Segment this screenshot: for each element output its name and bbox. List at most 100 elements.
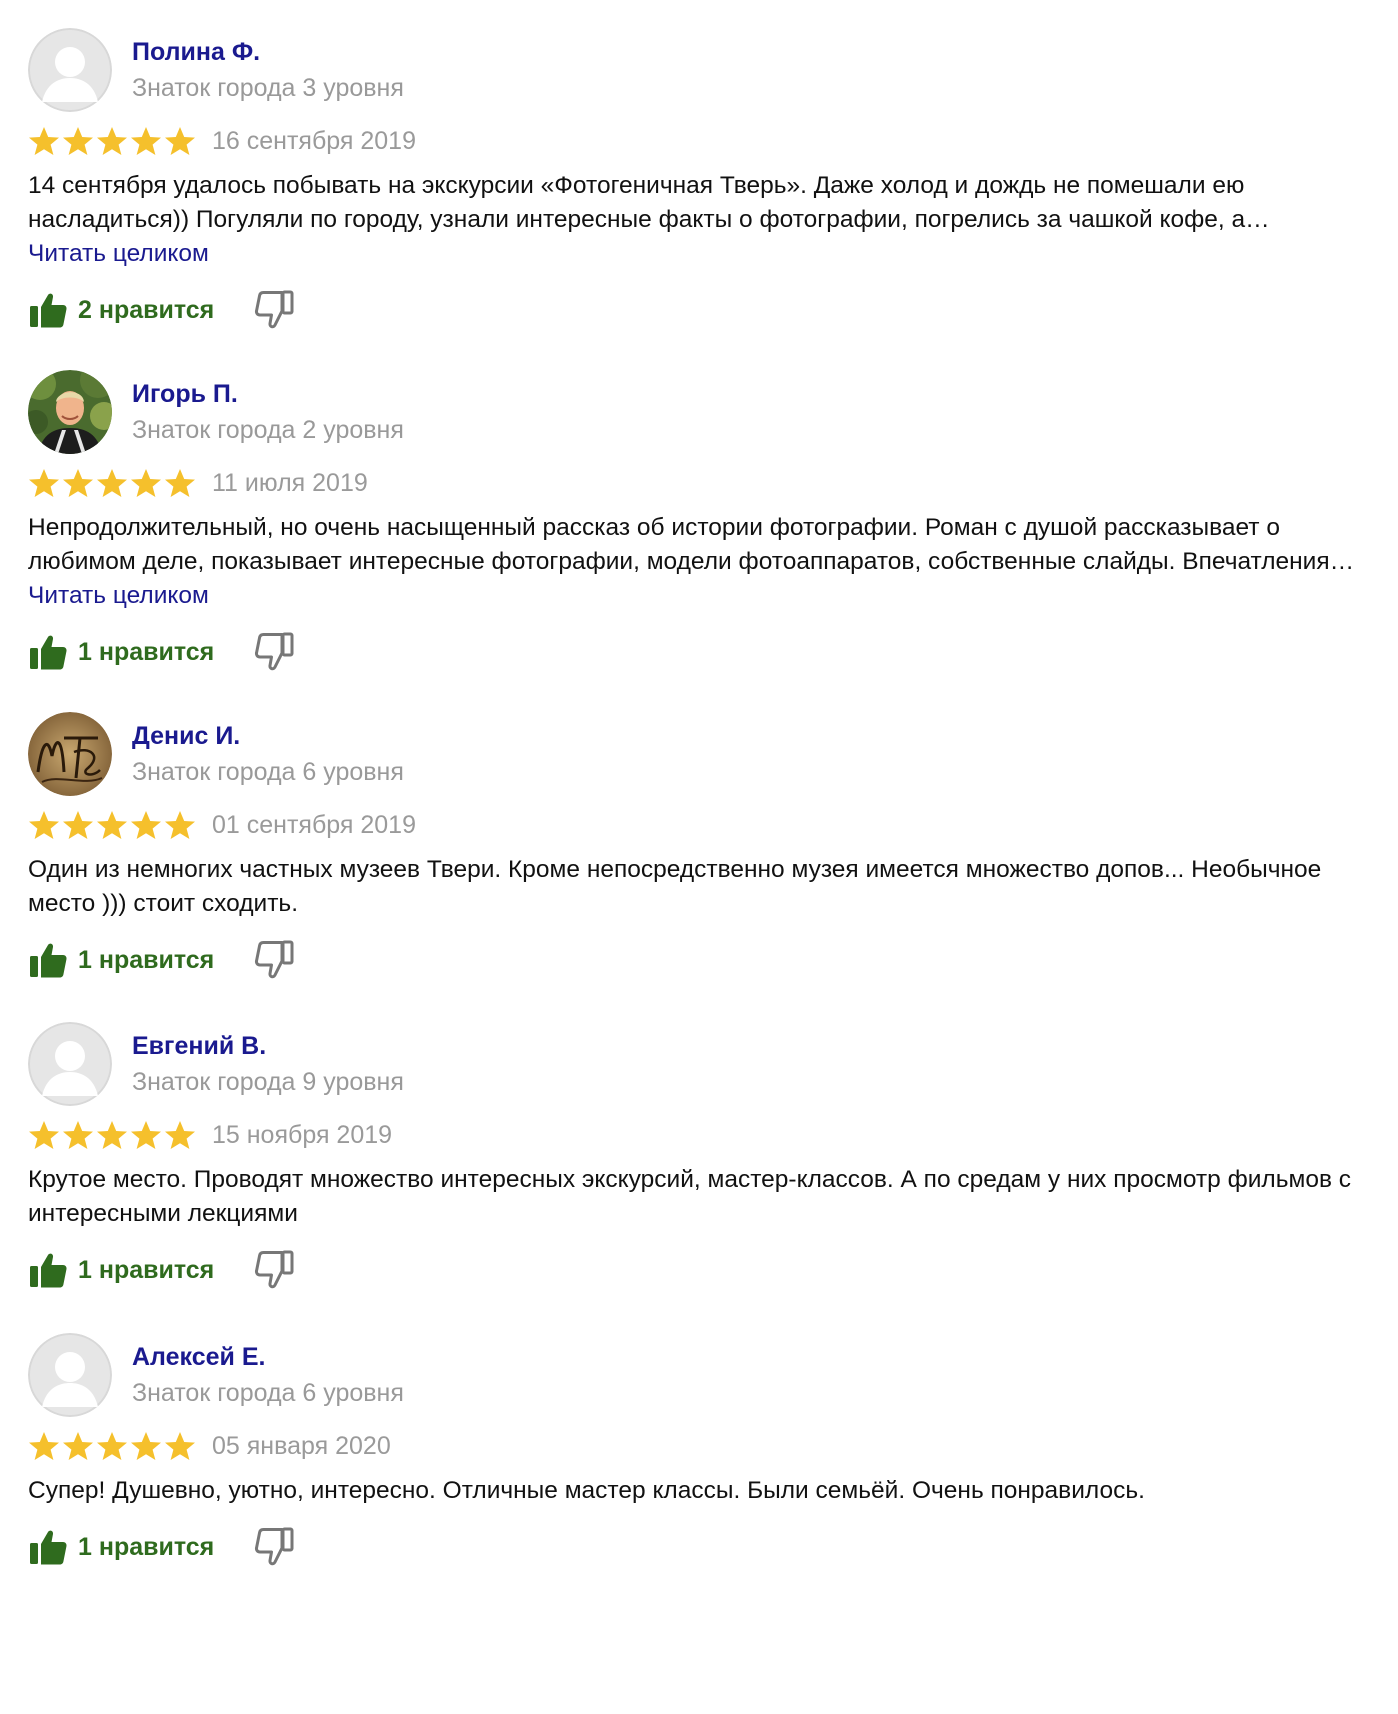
rating-row: 01 сентября 2019 bbox=[28, 805, 1358, 845]
star-icon bbox=[28, 810, 60, 840]
author-name[interactable]: Полина Ф. bbox=[132, 38, 260, 67]
thumbs-down-icon bbox=[254, 1249, 294, 1291]
author-name[interactable]: Денис И. bbox=[132, 722, 240, 751]
star-rating bbox=[28, 1431, 198, 1461]
thumbs-up-icon bbox=[28, 633, 68, 671]
thumbs-up-icon bbox=[28, 1251, 68, 1289]
star-icon bbox=[28, 126, 60, 156]
review-date: 11 июля 2019 bbox=[212, 468, 368, 497]
review-date: 01 сентября 2019 bbox=[212, 810, 416, 839]
read-more-link[interactable]: Читать целиком bbox=[28, 240, 209, 267]
thumbs-up-icon bbox=[28, 291, 68, 329]
star-icon bbox=[164, 810, 196, 840]
review-header: Игорь П. Знаток города 2 уровня bbox=[28, 370, 1358, 455]
review-header: Евгений В. Знаток города 9 уровня bbox=[28, 1022, 1358, 1107]
star-icon bbox=[164, 1120, 196, 1150]
star-icon bbox=[28, 1431, 60, 1461]
star-icon bbox=[96, 468, 128, 498]
star-icon bbox=[28, 1120, 60, 1150]
star-icon bbox=[62, 1431, 94, 1461]
like-count: 2 нравится bbox=[78, 295, 215, 324]
review-text: 14 сентября удалось побывать на экскурси… bbox=[28, 169, 1368, 271]
review-actions: 1 нравится bbox=[28, 1522, 1358, 1572]
review-text-body: Непродолжительный, но очень насыщенный р… bbox=[28, 514, 1355, 575]
author-name[interactable]: Алексей Е. bbox=[132, 1343, 265, 1372]
dislike-button[interactable] bbox=[254, 1526, 294, 1568]
rating-row: 16 сентября 2019 bbox=[28, 121, 1358, 161]
review-card: Игорь П. Знаток города 2 уровня 11 июля … bbox=[28, 370, 1358, 677]
star-icon bbox=[62, 810, 94, 840]
like-button[interactable]: 1 нравится bbox=[28, 633, 214, 671]
star-icon bbox=[130, 468, 162, 498]
review-text: Супер! Душевно, уютно, интересно. Отличн… bbox=[28, 1474, 1368, 1508]
review-text: Непродолжительный, но очень насыщенный р… bbox=[28, 511, 1368, 613]
review-text-body: 14 сентября удалось побывать на экскурси… bbox=[28, 172, 1270, 233]
author-level: Знаток города 2 уровня bbox=[132, 416, 404, 444]
thumbs-down-icon bbox=[254, 1526, 294, 1568]
thumbs-down-icon bbox=[254, 289, 294, 331]
review-card: Денис И. Знаток города 6 уровня 01 сентя… bbox=[28, 712, 1358, 985]
review-card: Евгений В. Знаток города 9 уровня 15 ноя… bbox=[28, 1022, 1358, 1295]
like-button[interactable]: 1 нравится bbox=[28, 1528, 214, 1566]
author-name[interactable]: Евгений В. bbox=[132, 1032, 266, 1061]
dislike-button[interactable] bbox=[254, 939, 294, 981]
star-rating bbox=[28, 126, 198, 156]
review-card: Полина Ф. Знаток города 3 уровня 16 сент… bbox=[28, 28, 1358, 335]
star-icon bbox=[130, 810, 162, 840]
like-count: 1 нравится bbox=[78, 1532, 215, 1561]
star-icon bbox=[96, 1431, 128, 1461]
review-header: Полина Ф. Знаток города 3 уровня bbox=[28, 28, 1358, 113]
review-text: Крутое место. Проводят множество интерес… bbox=[28, 1163, 1368, 1231]
review-date: 05 января 2020 bbox=[212, 1431, 391, 1460]
review-header: Денис И. Знаток города 6 уровня bbox=[28, 712, 1358, 797]
thumbs-up-icon bbox=[28, 1528, 68, 1566]
like-button[interactable]: 1 нравится bbox=[28, 941, 214, 979]
author-name[interactable]: Игорь П. bbox=[132, 380, 238, 409]
rating-row: 05 января 2020 bbox=[28, 1426, 1358, 1466]
user-photo-avatar[interactable] bbox=[28, 370, 112, 454]
like-button[interactable]: 2 нравится bbox=[28, 291, 214, 329]
user-placeholder-icon[interactable] bbox=[28, 28, 112, 112]
review-actions: 1 нравится bbox=[28, 1245, 1358, 1295]
author-level: Знаток города 9 уровня bbox=[132, 1068, 404, 1096]
user-placeholder-icon[interactable] bbox=[28, 1333, 112, 1417]
star-icon bbox=[130, 1120, 162, 1150]
rating-row: 11 июля 2019 bbox=[28, 463, 1358, 503]
star-icon bbox=[96, 126, 128, 156]
review-text-body: Крутое место. Проводят множество интерес… bbox=[28, 1166, 1352, 1227]
review-actions: 1 нравится bbox=[28, 627, 1358, 677]
thumbs-down-icon bbox=[254, 939, 294, 981]
read-more-link[interactable]: Читать целиком bbox=[28, 582, 209, 609]
author-level: Знаток города 6 уровня bbox=[132, 1379, 404, 1407]
thumbs-up-icon bbox=[28, 941, 68, 979]
dislike-button[interactable] bbox=[254, 289, 294, 331]
user-placeholder-icon[interactable] bbox=[28, 1022, 112, 1106]
like-button[interactable]: 1 нравится bbox=[28, 1251, 214, 1289]
star-icon bbox=[164, 468, 196, 498]
dislike-button[interactable] bbox=[254, 1249, 294, 1291]
like-count: 1 нравится bbox=[78, 945, 215, 974]
star-icon bbox=[130, 1431, 162, 1461]
review-actions: 1 нравится bbox=[28, 935, 1358, 985]
rating-row: 15 ноября 2019 bbox=[28, 1115, 1358, 1155]
star-icon bbox=[62, 1120, 94, 1150]
author-level: Знаток города 6 уровня bbox=[132, 758, 404, 786]
star-icon bbox=[62, 468, 94, 498]
star-rating bbox=[28, 468, 198, 498]
dislike-button[interactable] bbox=[254, 631, 294, 673]
star-rating bbox=[28, 810, 198, 840]
star-icon bbox=[28, 468, 60, 498]
thumbs-down-icon bbox=[254, 631, 294, 673]
review-date: 16 сентября 2019 bbox=[212, 126, 416, 155]
star-icon bbox=[164, 1431, 196, 1461]
logo-avatar[interactable] bbox=[28, 712, 112, 796]
star-icon bbox=[164, 126, 196, 156]
star-icon bbox=[96, 1120, 128, 1150]
review-actions: 2 нравится bbox=[28, 285, 1358, 335]
review-date: 15 ноября 2019 bbox=[212, 1120, 393, 1149]
star-icon bbox=[62, 126, 94, 156]
star-rating bbox=[28, 1120, 198, 1150]
review-text-body: Один из немногих частных музеев Твери. К… bbox=[28, 856, 1322, 917]
review-text: Один из немногих частных музеев Твери. К… bbox=[28, 853, 1368, 921]
review-text-body: Супер! Душевно, уютно, интересно. Отличн… bbox=[28, 1477, 1145, 1504]
